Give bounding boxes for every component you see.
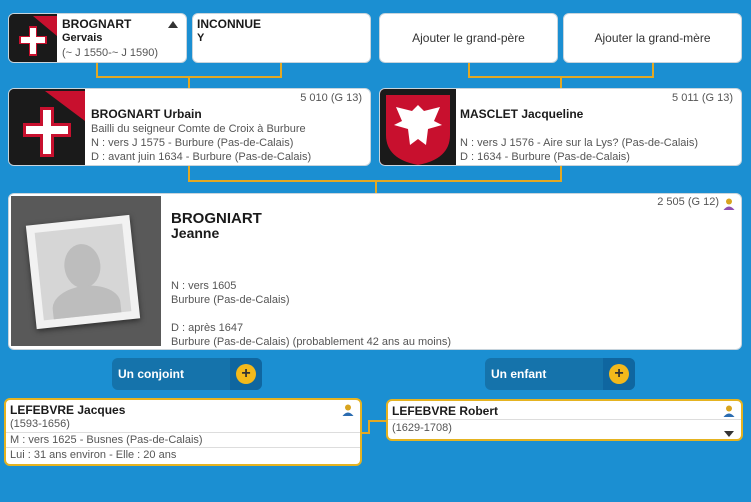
connector bbox=[368, 420, 370, 434]
plus-icon: + bbox=[609, 364, 629, 384]
marriage-info: M : vers 1625 - Busnes (Pas-de-Calais) bbox=[10, 434, 203, 446]
grandmother-firstname: Y bbox=[197, 32, 205, 44]
child-name: LEFEBVRE Robert bbox=[392, 404, 499, 418]
main-birth: N : vers 1605 bbox=[171, 280, 237, 292]
connector bbox=[375, 180, 377, 194]
add-spouse-plus[interactable]: + bbox=[230, 358, 262, 390]
father-death: D : avant juin 1634 - Burbure (Pas-de-Ca… bbox=[91, 151, 312, 163]
add-grandfather-button[interactable]: Ajouter le grand-père bbox=[379, 13, 558, 63]
person-icon[interactable] bbox=[342, 403, 354, 416]
coat-of-arms bbox=[9, 14, 57, 62]
divider bbox=[6, 432, 360, 433]
caret-down-icon[interactable] bbox=[724, 431, 734, 437]
grandfather-name: BROGNART bbox=[62, 17, 132, 31]
grandfather-card[interactable]: BROGNART Gervais (~ J 1550-~ J 1590) bbox=[8, 13, 187, 63]
add-child-label: Un enfant bbox=[491, 367, 547, 381]
person-icon[interactable] bbox=[723, 404, 735, 417]
grandfather-dates: (~ J 1550-~ J 1590) bbox=[62, 47, 159, 59]
sosa-number: 5 011 (G 13) bbox=[672, 92, 733, 104]
divider bbox=[6, 447, 360, 448]
father-name: BROGNART Urbain bbox=[91, 107, 202, 121]
father-card[interactable]: 5 010 (G 13) BROGNART Urbain Bailli du s… bbox=[8, 88, 371, 166]
mother-birth: N : vers J 1576 - Aire sur la Lys? (Pas-… bbox=[460, 137, 699, 149]
add-grandmother-button[interactable]: Ajouter la grand-mère bbox=[563, 13, 742, 63]
father-title: Bailli du seigneur Comte de Croix à Burb… bbox=[91, 123, 306, 135]
main-death-place: Burbure (Pas-de-Calais) (probablement 42… bbox=[171, 336, 452, 348]
mother-name: MASCLET Jacqueline bbox=[460, 107, 584, 121]
coat-of-arms bbox=[380, 89, 456, 165]
connector bbox=[96, 63, 98, 77]
main-firstname: Jeanne bbox=[171, 225, 220, 241]
connector bbox=[188, 165, 190, 181]
connector bbox=[652, 63, 654, 77]
father-birth: N : vers J 1575 - Burbure (Pas-de-Calais… bbox=[91, 137, 294, 149]
child-card[interactable]: LEFEBVRE Robert (1629-1708) bbox=[386, 399, 743, 441]
spouse-dates: (1593-1656) bbox=[10, 418, 70, 430]
main-birth-place: Burbure (Pas-de-Calais) bbox=[171, 294, 290, 306]
person-icon[interactable] bbox=[723, 197, 735, 210]
connector bbox=[280, 63, 282, 77]
connector bbox=[368, 420, 386, 422]
spouse-name: LEFEBVRE Jacques bbox=[10, 403, 126, 417]
add-spouse-button[interactable]: Un conjoint + bbox=[112, 358, 262, 390]
caret-up-icon[interactable] bbox=[168, 21, 178, 28]
grandfather-firstname: Gervais bbox=[62, 32, 103, 44]
grandmother-name: INCONNUE bbox=[197, 17, 262, 31]
sosa-number: 5 010 (G 13) bbox=[300, 92, 362, 104]
child-dates: (1629-1708) bbox=[392, 422, 452, 434]
divider bbox=[388, 419, 741, 420]
add-grandfather-label: Ajouter le grand-père bbox=[412, 31, 525, 45]
main-death: D : après 1647 bbox=[171, 322, 244, 334]
ages-info: Lui : 31 ans environ - Elle : 20 ans bbox=[10, 449, 177, 461]
mother-death: D : 1634 - Burbure (Pas-de-Calais) bbox=[460, 151, 630, 163]
photo-placeholder bbox=[11, 196, 161, 346]
add-child-plus[interactable]: + bbox=[603, 358, 635, 390]
add-grandmother-label: Ajouter la grand-mère bbox=[594, 31, 711, 45]
mother-card[interactable]: 5 011 (G 13) MASCLET Jacqueline N : vers… bbox=[379, 88, 742, 166]
spouse-card[interactable]: LEFEBVRE Jacques (1593-1656) M : vers 16… bbox=[4, 398, 362, 466]
coat-of-arms bbox=[9, 89, 85, 165]
add-child-button[interactable]: Un enfant + bbox=[485, 358, 635, 390]
plus-icon: + bbox=[236, 364, 256, 384]
grandmother-card[interactable]: INCONNUE Y bbox=[192, 13, 371, 63]
connector bbox=[560, 165, 562, 181]
add-spouse-label: Un conjoint bbox=[118, 367, 184, 381]
avatar-silhouette-icon bbox=[62, 242, 103, 290]
sosa-number: 2 505 (G 12) bbox=[657, 196, 719, 208]
connector bbox=[468, 63, 470, 77]
main-person-card[interactable]: 2 505 (G 12) BROGNIART Jeanne N : vers 1… bbox=[8, 193, 742, 350]
